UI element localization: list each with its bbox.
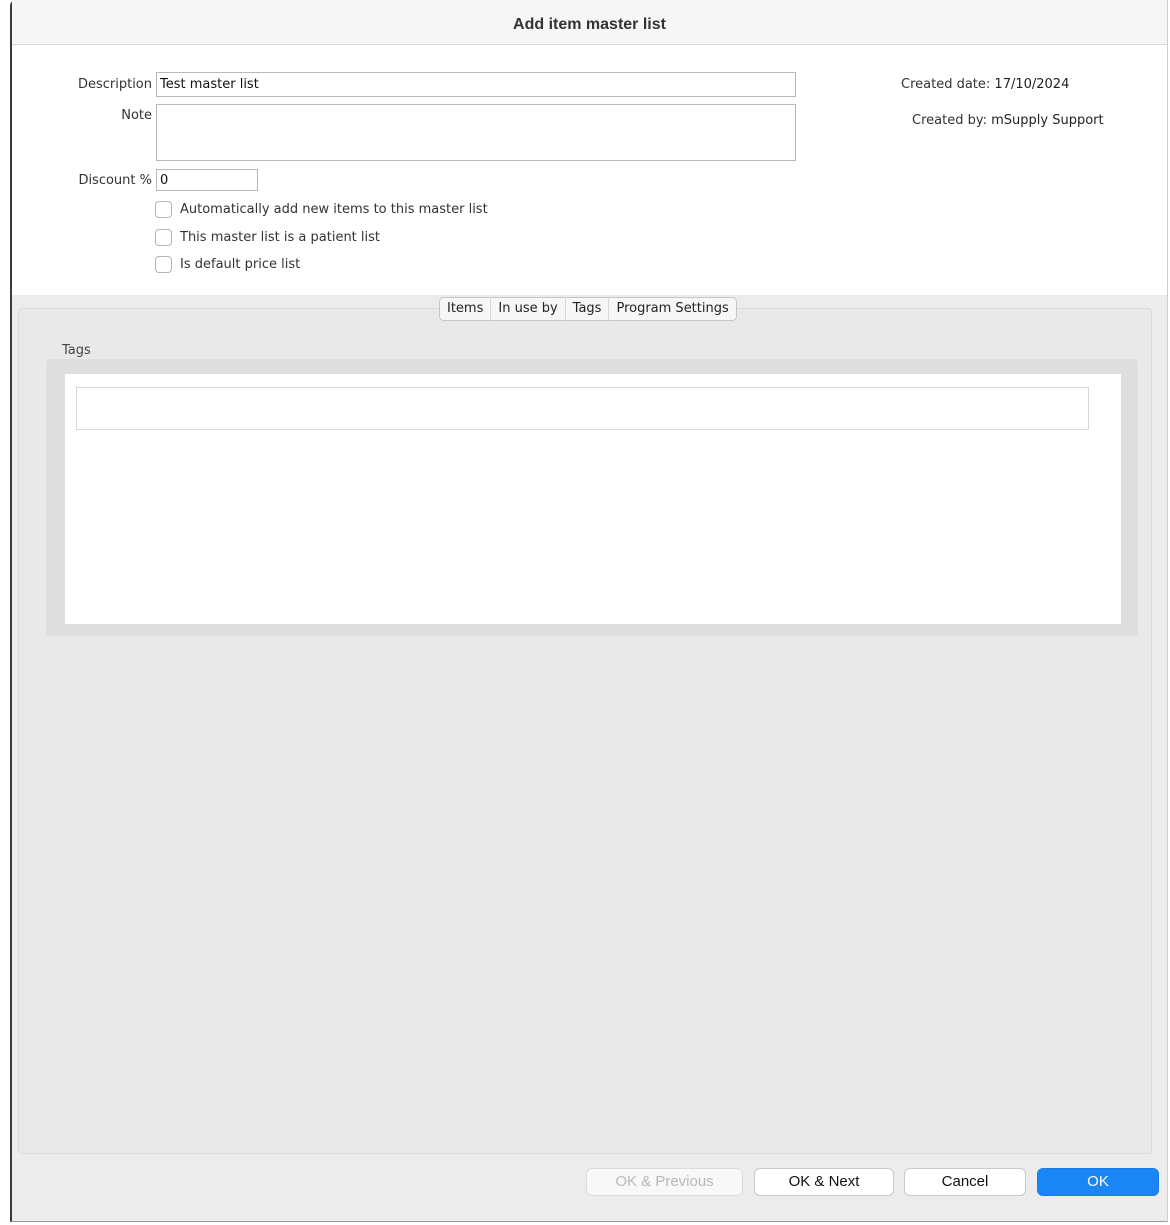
auto-add-items-checkbox[interactable]	[155, 201, 172, 218]
created-by-label: Created by:	[912, 113, 987, 128]
default-price-list-label: Is default price list	[180, 257, 301, 272]
discount-label: Discount %	[78, 173, 152, 188]
tags-group-label: Tags	[62, 343, 91, 358]
created-date-value: 17/10/2024	[994, 77, 1070, 92]
default-price-list-checkbox[interactable]	[155, 256, 172, 273]
created-date: Created date: 17/10/2024	[901, 77, 1069, 92]
tab-program-settings[interactable]: Program Settings	[609, 297, 735, 321]
ok-previous-button[interactable]: OK & Previous	[586, 1168, 743, 1196]
cancel-button[interactable]: Cancel	[904, 1168, 1026, 1196]
created-by-value: mSupply Support	[991, 113, 1104, 128]
window-title: Add item master list	[12, 0, 1167, 45]
tab-in-use-by[interactable]: In use by	[491, 297, 566, 321]
created-by: Created by: mSupply Support	[912, 113, 1104, 128]
auto-add-items-label: Automatically add new items to this mast…	[180, 202, 488, 217]
patient-list-checkbox[interactable]	[155, 229, 172, 246]
note-label: Note	[121, 108, 152, 123]
ok-next-button[interactable]: OK & Next	[754, 1168, 894, 1196]
discount-input[interactable]	[156, 169, 258, 191]
tab-bar: Items In use by Tags Program Settings	[439, 297, 737, 321]
tags-input[interactable]	[76, 387, 1089, 430]
ok-button[interactable]: OK	[1037, 1168, 1159, 1196]
description-label: Description	[77, 77, 152, 92]
tab-items[interactable]: Items	[440, 297, 492, 321]
created-date-label: Created date:	[901, 77, 991, 92]
patient-list-label: This master list is a patient list	[180, 230, 381, 245]
description-input[interactable]	[156, 72, 796, 97]
tab-tags[interactable]: Tags	[566, 297, 610, 321]
note-textarea[interactable]	[156, 104, 796, 161]
